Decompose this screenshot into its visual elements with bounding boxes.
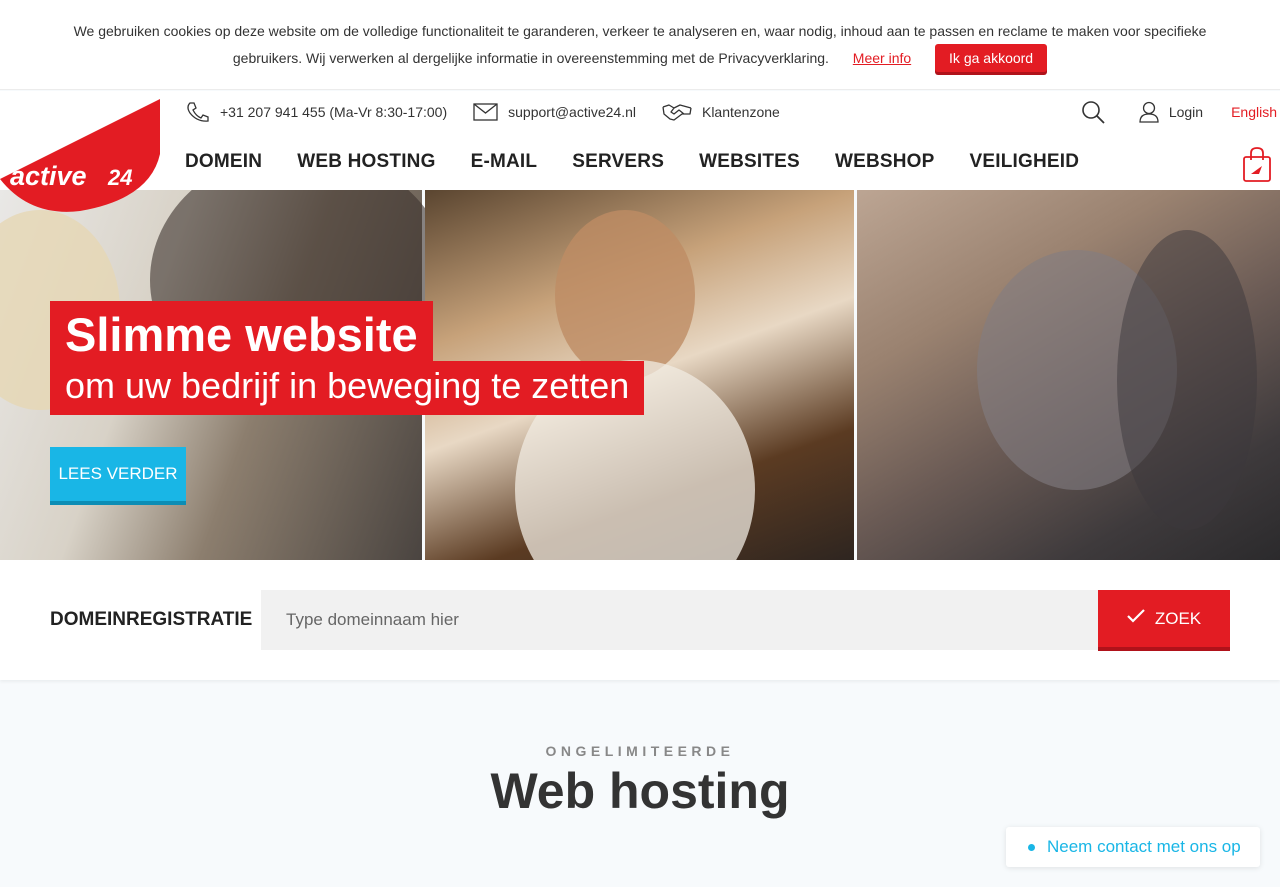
top-contact-bar: +31 207 941 455 (Ma-Vr 8:30-17:00) suppo… [185,101,806,123]
nav-veiligheid[interactable]: VEILIGHEID [970,151,1080,173]
support-email: support@active24.nl [508,104,636,120]
domain-search-input[interactable] [261,590,1103,650]
hero-banner: Slimme website om uw bedrijf in beweging… [0,190,1280,560]
nav-servers[interactable]: SERVERS [572,151,664,173]
contact-label: Neem contact met ons op [1047,837,1241,856]
email-contact[interactable]: support@active24.nl [473,103,636,121]
nav-webshop[interactable]: WEBSHOP [835,151,935,173]
phone-contact[interactable]: +31 207 941 455 (Ma-Vr 8:30-17:00) [185,101,447,123]
domain-search-section: DOMEINREGISTRATIE ZOEK [0,560,1280,680]
domain-search-button[interactable]: ZOEK [1098,590,1230,647]
active24-logo[interactable]: active 24 [0,99,162,215]
login-label: Login [1168,104,1204,120]
online-dot-icon [1028,843,1035,851]
nav-email[interactable]: E-MAIL [471,151,538,173]
hero-photo-dancers [857,190,1280,560]
cookie-banner: We gebruiken cookies op deze website om … [0,0,1280,90]
domain-registration-label: DOMEINREGISTRATIE [50,609,253,630]
site-header: active 24 +31 207 941 455 (Ma-Vr 8:30-17… [0,91,1280,212]
logo-text: active [10,161,87,191]
client-zone-label: Klantenzone [701,104,780,120]
language-switch[interactable]: English [1231,104,1277,120]
user-icon [1139,101,1159,123]
section-kicker: ONGELIMITEERDE [545,743,735,759]
hero-title: Slimme website [50,301,433,361]
nav-websites[interactable]: WEBSITES [699,151,800,173]
shopping-bag-icon [1243,147,1271,182]
read-more-button[interactable]: LEES VERDER [50,447,186,501]
shopping-cart[interactable] [1242,147,1272,188]
section-title: Web hosting [490,763,790,819]
logo-number: 24 [107,165,132,190]
client-zone-link[interactable]: Klantenzone [662,102,780,122]
contact-widget[interactable]: Neem contact met ons op [1006,827,1260,867]
phone-number: +31 207 941 455 (Ma-Vr 8:30-17:00) [220,104,448,120]
hero-subtitle: om uw bedrijf in beweging te zetten [50,361,645,415]
login-link[interactable]: Login [1139,101,1203,123]
cookie-accept-button[interactable]: Ik ga akkoord [935,44,1048,72]
phone-icon [187,102,209,122]
nav-web-hosting[interactable]: WEB HOSTING [297,151,435,173]
check-icon [1127,608,1145,623]
envelope-icon [473,103,498,121]
domain-search-button-label: ZOEK [1154,608,1202,628]
nav-domein[interactable]: DOMEIN [185,151,262,173]
handshake-icon [662,104,692,121]
header-tools: Login English [1081,99,1280,125]
cookie-message-wrapper: We gebruiken cookies op deze website om … [40,18,1240,72]
main-navigation: DOMEIN WEB HOSTING E-MAIL SERVERS WEBSIT… [185,151,1114,173]
cookie-more-info-link[interactable]: Meer info [853,50,911,66]
search-icon[interactable] [1081,100,1105,124]
